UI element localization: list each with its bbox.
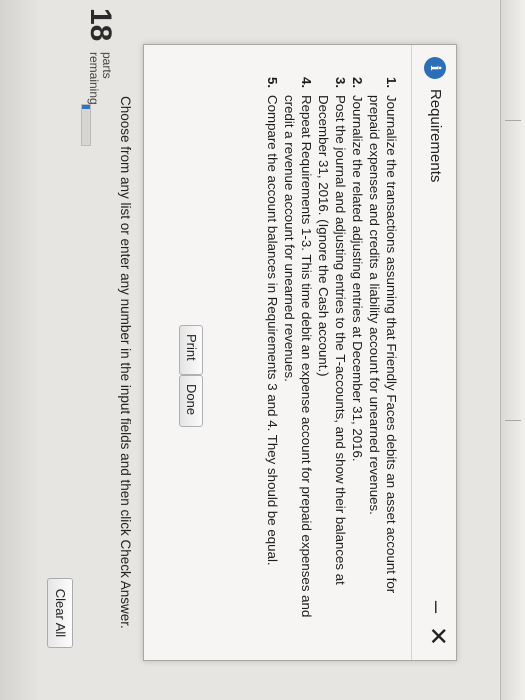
top-toolbar-strip bbox=[500, 0, 525, 700]
print-button[interactable]: Print bbox=[179, 325, 203, 375]
dialog-header: i Requirements – ✕ bbox=[411, 45, 456, 660]
requirements-list: 1. Journalize the transactions assuming … bbox=[264, 77, 400, 639]
requirement-item: 2. Journalize the related adjusting entr… bbox=[349, 77, 366, 639]
requirement-item: 1. Journalize the transactions assuming … bbox=[366, 77, 400, 639]
screen: i Requirements – ✕ 1. Journalize the tra… bbox=[0, 0, 525, 700]
requirement-text: Journalize the transactions assuming tha… bbox=[367, 95, 399, 594]
instructions-text: Choose from any list or enter any number… bbox=[118, 96, 133, 629]
done-button[interactable]: Done bbox=[179, 375, 203, 427]
requirement-text: Post the journal and adjusting entries t… bbox=[316, 95, 348, 585]
requirements-dialog: i Requirements – ✕ 1. Journalize the tra… bbox=[143, 44, 457, 661]
parts-remaining-counter: 18 parts remaining bbox=[73, 8, 117, 128]
parts-remaining-count: 18 bbox=[84, 8, 117, 42]
requirement-number: 1. bbox=[384, 77, 399, 89]
requirement-number: 5. bbox=[265, 77, 280, 89]
parts-label-line1: parts bbox=[100, 52, 114, 79]
minimize-button[interactable]: – bbox=[424, 596, 450, 618]
requirement-item: 5. Compare the account balances in Requi… bbox=[264, 77, 281, 639]
requirement-text: Compare the account balances in Requirem… bbox=[265, 95, 280, 566]
requirement-text: Repeat Requirements 1-3. This time debit… bbox=[282, 95, 314, 618]
parts-label-line2: remaining bbox=[87, 52, 101, 105]
divider bbox=[505, 420, 521, 421]
requirement-item: 3. Post the journal and adjusting entrie… bbox=[315, 77, 349, 639]
requirement-number: 4. bbox=[299, 77, 314, 89]
close-button[interactable]: ✕ bbox=[424, 624, 451, 648]
requirement-item: 4. Repeat Requirements 1-3. This time de… bbox=[281, 77, 315, 639]
clear-all-button[interactable]: Clear All bbox=[47, 578, 73, 648]
info-icon: i bbox=[424, 57, 446, 79]
divider bbox=[505, 120, 521, 121]
requirement-number: 3. bbox=[333, 77, 348, 89]
requirement-text: Journalize the related adjusting entries… bbox=[350, 95, 365, 462]
dialog-title: Requirements bbox=[427, 89, 444, 183]
screen-edge-shadow bbox=[0, 0, 40, 700]
parts-remaining-label: parts remaining bbox=[87, 52, 114, 105]
parts-progress-fill bbox=[82, 105, 90, 109]
parts-progress-bar bbox=[81, 104, 91, 146]
requirement-number: 2. bbox=[350, 77, 365, 89]
